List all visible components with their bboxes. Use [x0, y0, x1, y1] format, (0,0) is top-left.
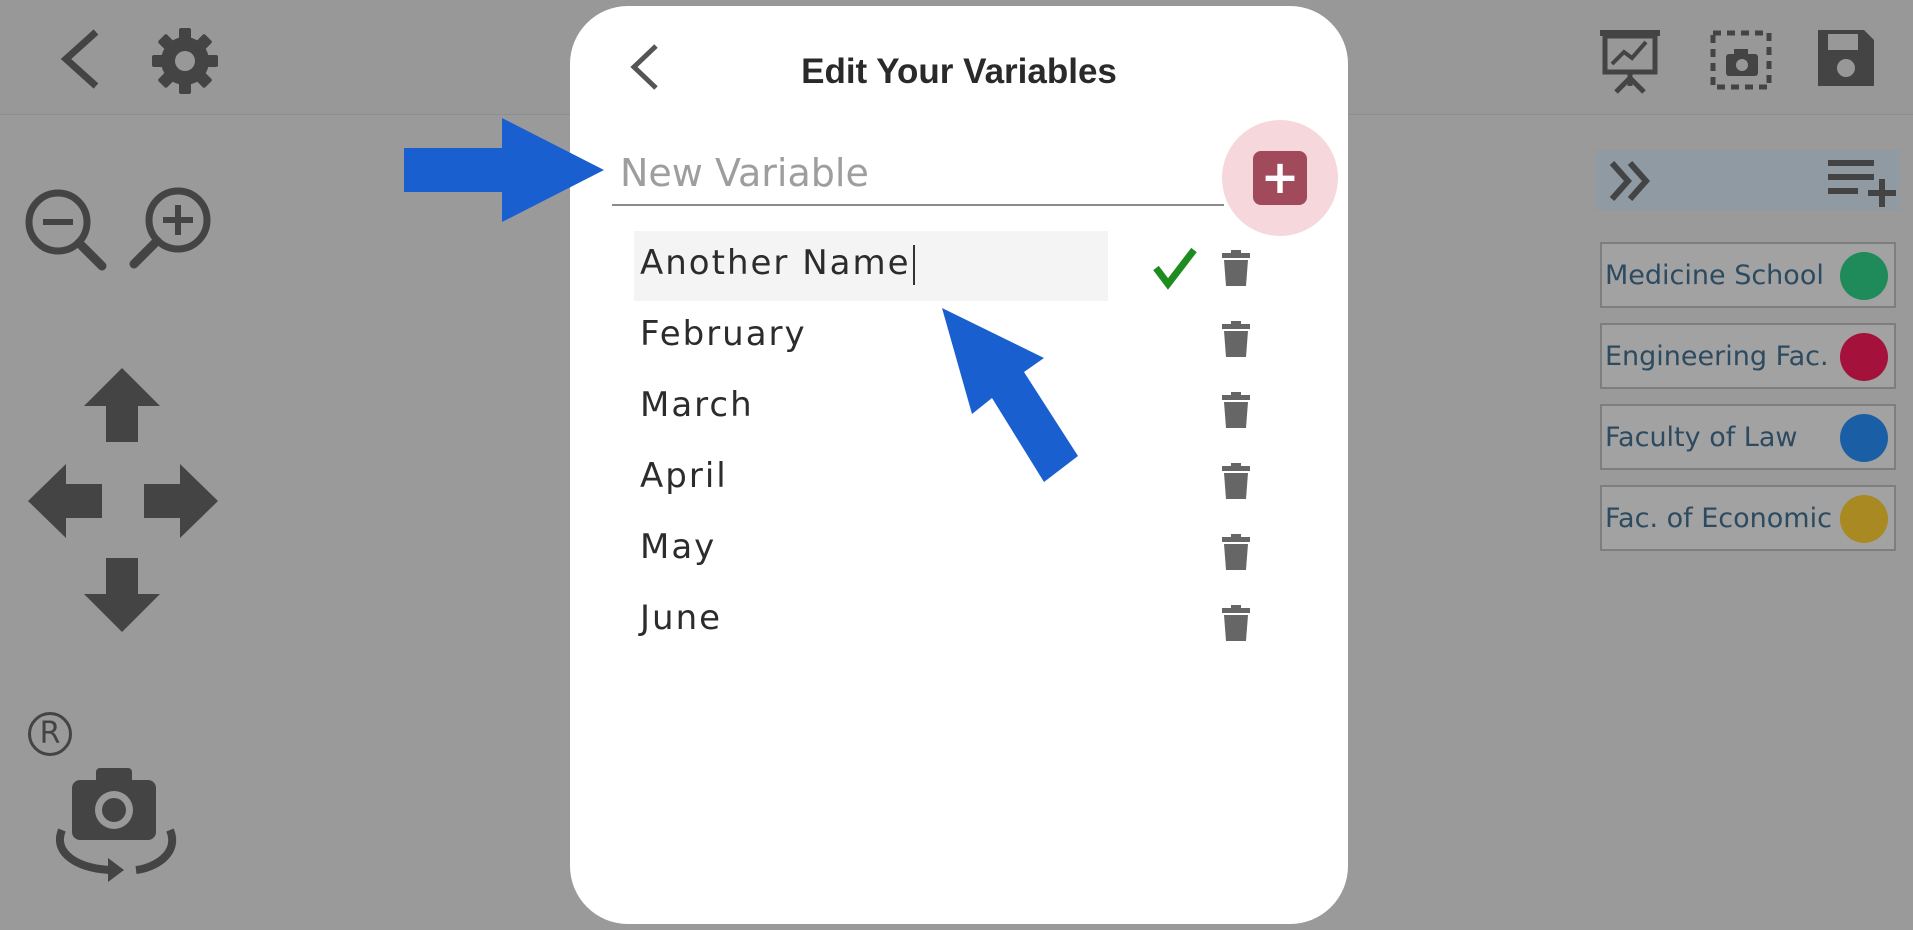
arrow-left-icon[interactable]	[26, 462, 104, 540]
camera-screenshot-icon[interactable]	[1710, 30, 1772, 90]
arrow-up-icon[interactable]	[82, 366, 162, 444]
floppy-save-icon[interactable]	[1814, 26, 1878, 90]
legend-item-label: Engineering Fac.	[1605, 341, 1829, 372]
trash-icon[interactable]	[1222, 605, 1250, 641]
legend-item[interactable]: Faculty of Law	[1600, 404, 1896, 470]
trash-icon[interactable]	[1222, 463, 1250, 499]
gear-icon[interactable]	[150, 28, 220, 94]
camera-rotate-icon[interactable]	[50, 762, 182, 884]
add-variable-focus-halo: +	[1222, 120, 1338, 236]
legend-item-label: Faculty of Law	[1605, 422, 1798, 453]
trash-icon[interactable]	[1222, 250, 1250, 286]
annotation-arrow-right-icon	[404, 118, 606, 222]
variable-row[interactable]: May	[634, 515, 1134, 585]
variable-label: Another Name	[640, 243, 911, 283]
add-variable-button[interactable]: +	[1253, 151, 1307, 205]
checkmark-icon[interactable]	[1152, 246, 1198, 290]
playlist-add-icon[interactable]	[1826, 156, 1898, 208]
zoom-in-icon[interactable]	[128, 184, 214, 270]
variable-label: May	[640, 527, 717, 567]
variable-edit-field[interactable]: Another Name	[640, 243, 915, 285]
legend-color-dot[interactable]	[1840, 252, 1888, 300]
legend-color-dot[interactable]	[1840, 414, 1888, 462]
legend-item-label: Fac. of Economic	[1605, 503, 1832, 534]
text-caret	[912, 244, 915, 285]
variable-row[interactable]: June	[634, 586, 1134, 656]
zoom-out-icon[interactable]	[22, 186, 108, 272]
new-variable-input[interactable]	[612, 142, 1224, 206]
variable-label: April	[640, 456, 728, 496]
variable-label: February	[640, 314, 807, 354]
legend-color-dot[interactable]	[1840, 333, 1888, 381]
legend-color-dot[interactable]	[1840, 495, 1888, 543]
variable-label: June	[640, 598, 723, 638]
arrow-down-icon[interactable]	[82, 556, 162, 634]
registered-mark: R	[28, 712, 72, 756]
trash-icon[interactable]	[1222, 392, 1250, 428]
chevron-left-icon[interactable]	[58, 28, 104, 90]
trash-icon[interactable]	[1222, 534, 1250, 570]
double-chevron-right-icon[interactable]	[1608, 160, 1652, 202]
variable-label: March	[640, 385, 754, 425]
presentation-chart-icon[interactable]	[1598, 26, 1662, 94]
arrow-right-icon[interactable]	[142, 462, 220, 540]
legend-item[interactable]: Fac. of Economic	[1600, 485, 1896, 551]
trash-icon[interactable]	[1222, 321, 1250, 357]
legend-item-label: Medicine School	[1605, 260, 1824, 291]
annotation-arrow-diagonal-icon	[940, 306, 1080, 486]
legend-item[interactable]: Engineering Fac.	[1600, 323, 1896, 389]
variable-row-editing[interactable]: Another Name	[634, 231, 1108, 301]
legend-item[interactable]: Medicine School	[1600, 242, 1896, 308]
dialog-title: Edit Your Variables	[801, 52, 1117, 91]
